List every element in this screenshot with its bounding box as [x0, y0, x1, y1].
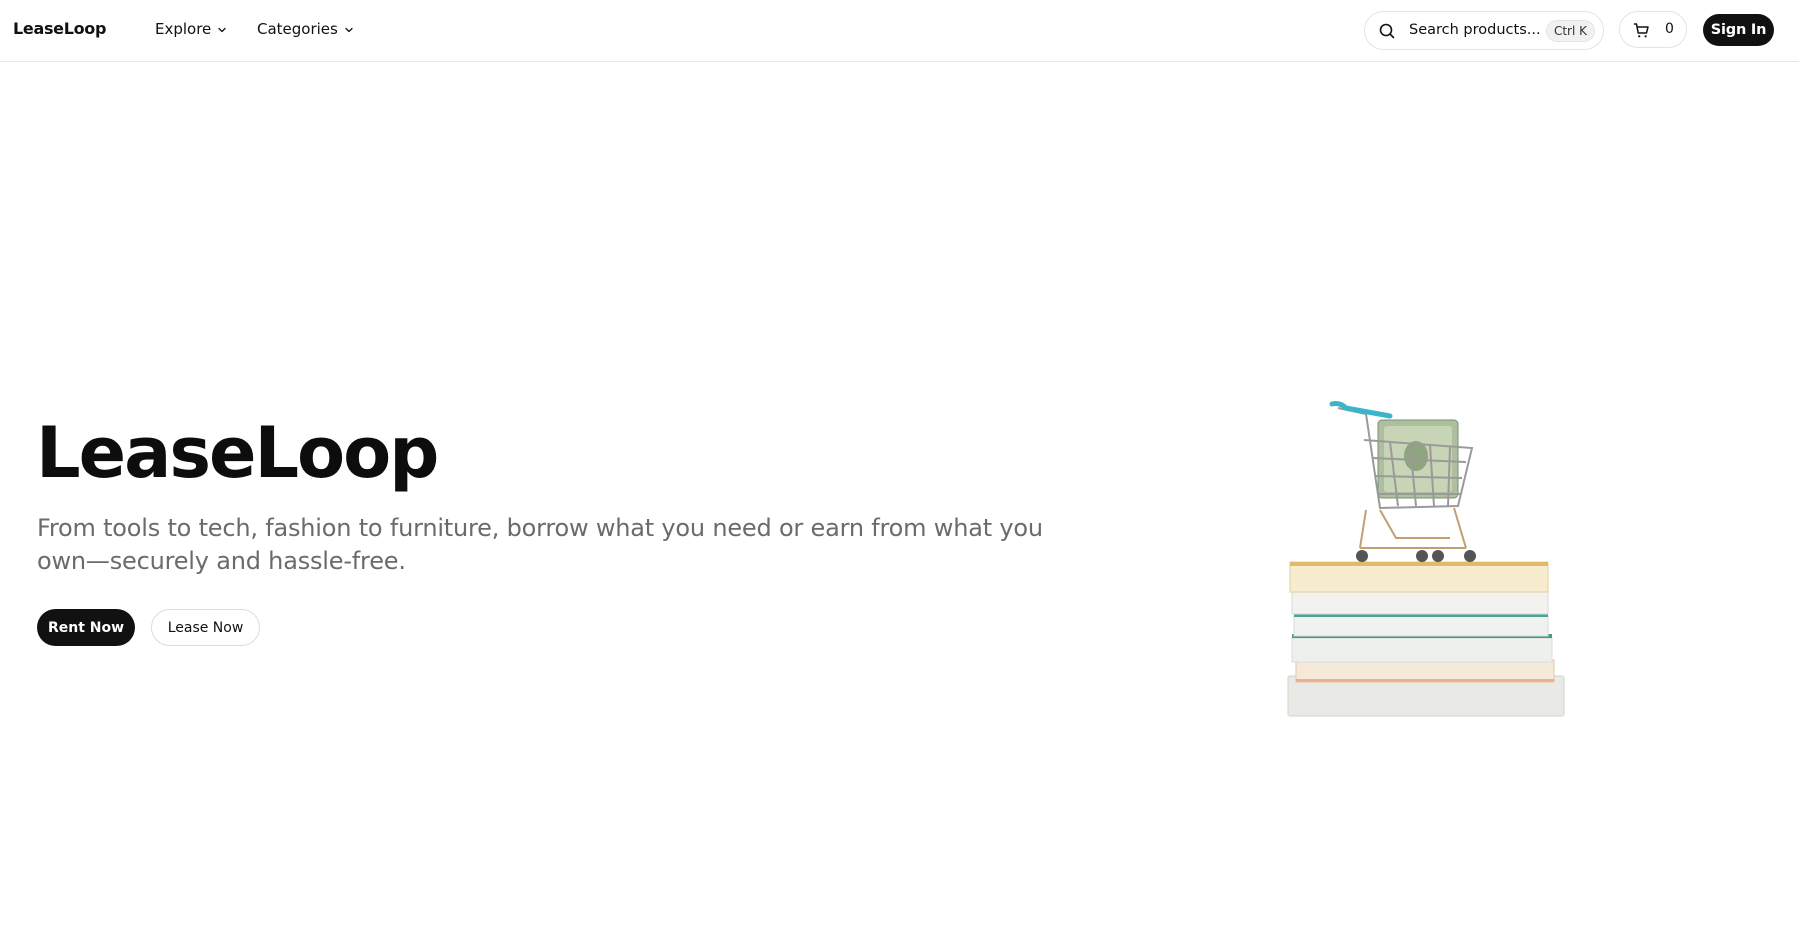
chevron-down-icon	[345, 27, 353, 33]
cart-button[interactable]: 0	[1619, 11, 1687, 48]
shopping-cart-icon	[1633, 23, 1649, 38]
cart-handle	[1329, 401, 1393, 419]
nav-explore-label: Explore	[155, 20, 212, 38]
cart-count: 0	[1665, 21, 1674, 37]
book-stack-image	[1287, 561, 1565, 717]
top-navbar: LeaseLoop Explore Categories Search prod…	[0, 0, 1799, 62]
brand-logo[interactable]: LeaseLoop	[13, 19, 106, 38]
hero-cart-on-books-illustration	[1287, 401, 1565, 717]
lease-now-button[interactable]: Lease Now	[151, 609, 260, 646]
hero-title: LeaseLoop	[36, 412, 439, 494]
sign-in-button[interactable]: Sign In	[1703, 14, 1774, 46]
nav-explore-menu[interactable]: Explore	[155, 20, 227, 38]
nav-categories-label: Categories	[257, 20, 338, 38]
search-box[interactable]: Search products... Ctrl K	[1364, 11, 1604, 50]
search-icon	[1379, 23, 1395, 39]
search-shortcut-badge: Ctrl K	[1545, 20, 1595, 42]
hero-subtitle: From tools to tech, fashion to furniture…	[37, 514, 1043, 575]
nav-categories-menu[interactable]: Categories	[257, 20, 354, 38]
chevron-down-icon	[218, 27, 226, 33]
cart-wheels	[1356, 550, 1476, 562]
search-placeholder: Search products...	[1409, 22, 1541, 38]
rent-now-button[interactable]: Rent Now	[37, 609, 135, 646]
